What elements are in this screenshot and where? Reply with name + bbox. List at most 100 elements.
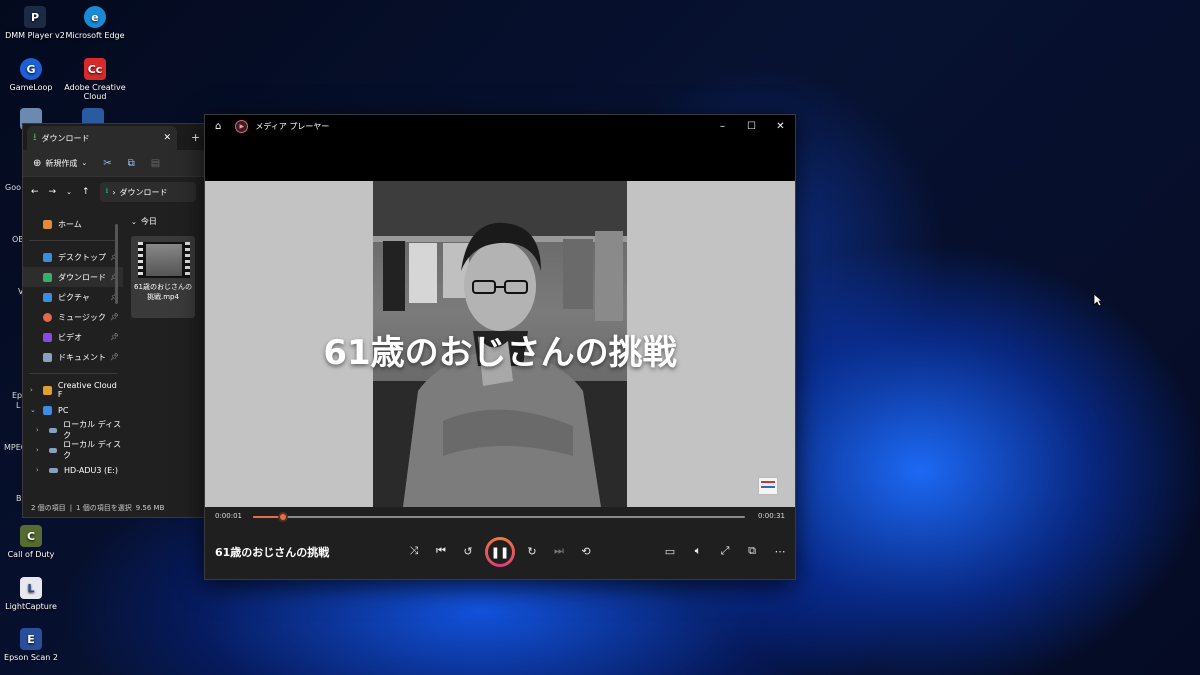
new-button-label: 新規作成 [45,158,78,168]
desktop-icon-label: Epson Scan 2 [4,653,58,662]
player-title-bar: ⌂ ▶ メディア プレーヤー – ☐ ✕ [205,115,795,137]
video-icon [43,332,52,342]
home-icon [43,219,52,229]
nav-item-pictures[interactable]: ピクチャ 📌︎ [23,287,123,307]
thumbnail-image [146,244,182,276]
gameloop-icon: G [20,58,42,80]
desktop-icon-label: Adobe Creative Cloud [64,83,126,101]
tree-item-local-disk[interactable]: › ローカル ディスク [23,420,123,440]
new-tab-button[interactable]: + [191,131,200,144]
file-explorer-window: ⭳ ダウンロード ✕ + ⊕ 新規作成 ⌄ ✂ ⧉ ▤ ← → ⌄ ↑ ⭳ › … [22,123,214,518]
miniplayer-icon: ⧉ [748,544,756,557]
desktop-icon-adobe-cc[interactable]: Cc Adobe Creative Cloud [60,58,130,101]
desktop-icon-edge[interactable]: e Microsoft Edge [60,6,130,40]
call-of-duty-icon: C [20,525,42,547]
download-icon [43,272,52,282]
back-icon[interactable]: ← [31,187,39,197]
desktop-icon-call-of-duty[interactable]: C Call of Duty [0,525,66,559]
nav-item-label: ダウンロード [58,272,106,282]
tree-item-local-disk[interactable]: › ローカル ディスク [23,440,123,460]
chevron-down-icon: ⌄ [131,217,137,226]
nav-item-desktop[interactable]: デスクトップ 📌︎ [23,247,123,267]
previous-button[interactable]: ⏮︎ [430,540,452,562]
chevron-right-icon[interactable]: › [36,466,39,474]
seek-thumb[interactable] [277,512,288,522]
address-box[interactable]: ⭳ › ダウンロード [99,182,196,202]
repeat-button[interactable]: ⟲ [575,540,597,562]
desktop-icon-lightcapture[interactable]: L LightCapture [0,577,66,611]
nav-item-home[interactable]: ホーム [23,214,123,234]
shuffle-icon: ⤨ [409,544,419,557]
more-options-button[interactable]: ⋯ [769,540,791,562]
explorer-tab-title: ダウンロード [41,133,90,143]
group-header[interactable]: ⌄ 今日 [129,216,213,227]
logo-line [761,486,775,488]
maximize-icon[interactable]: ☐ [737,115,766,137]
status-size: 9.56 MB [135,504,165,512]
shuffle-button[interactable]: ⤨ [403,540,425,562]
tree-item-hd-adu3[interactable]: › HD-ADU3 (E:) [23,460,123,480]
seek-bar[interactable] [253,512,745,522]
fullscreen-icon: ⤢ [720,544,730,557]
pin-icon: 📌︎ [110,353,119,361]
explorer-tab[interactable]: ⭳ ダウンロード ✕ [27,126,177,150]
drive-icon [49,467,58,473]
media-player-window: ⌂ ▶ メディア プレーヤー – ☐ ✕ 61歳のおじさんの挑戦 0:00:01… [204,114,796,580]
desktop-icon-gameloop[interactable]: G GameLoop [0,58,66,92]
chevron-down-icon[interactable]: ⌄ [30,406,36,414]
nav-item-music[interactable]: ミュージック 📌︎ [23,307,123,327]
minimize-icon[interactable]: – [708,115,737,137]
time-total: 0:00:31 [758,512,785,520]
desktop-icon-label: Microsoft Edge [65,31,125,40]
time-current: 0:00:01 [215,512,242,520]
chevron-down-icon[interactable]: ⌄ [66,188,72,196]
nav-item-downloads[interactable]: ダウンロード 📌︎ [23,267,123,287]
volume-icon: 🔈︎ [694,544,702,557]
copy-icon[interactable]: ⧉ [128,158,135,169]
home-icon[interactable]: ⌂ [215,121,221,132]
pictures-icon [43,292,52,302]
file-item[interactable]: 61歳のおじさんの挑戦.mp4 [131,236,195,318]
chevron-right-icon[interactable]: › [36,426,39,434]
close-tab-icon[interactable]: ✕ [163,133,171,143]
paste-icon[interactable]: ▤ [151,158,160,169]
cut-icon[interactable]: ✂ [103,158,111,169]
rewind-button[interactable]: ↺ [457,540,479,562]
close-icon[interactable]: ✕ [766,115,795,137]
tree-item-pc[interactable]: ⌄ PC [23,400,123,420]
chevron-right-icon[interactable]: › [30,386,33,394]
document-icon [43,352,52,362]
desktop-icon-epson-scan[interactable]: E Epson Scan 2 [0,628,66,662]
subtitles-button[interactable]: ▭ [659,540,681,562]
group-label: 今日 [140,217,157,226]
up-icon[interactable]: ↑ [82,187,90,197]
new-button[interactable]: ⊕ 新規作成 ⌄ [33,158,87,169]
desktop-icon-label: Call of Duty [7,550,55,559]
status-items: 2 個の項目 [31,504,66,512]
forward-button[interactable]: ↻ [521,540,543,562]
player-controls: 0:00:01 0:00:31 61歳のおじさんの挑戦 ⤨ ⏮︎ ↺ ❚❚ ↻ … [205,507,795,579]
drive-icon [49,427,58,433]
dmm-player-icon: P [24,6,46,28]
epson-scan-icon: E [20,628,42,650]
pin-icon: 📌︎ [110,313,119,321]
nav-item-documents[interactable]: ドキュメント 📌︎ [23,347,123,367]
fullscreen-button[interactable]: ⤢ [714,540,736,562]
forward-icon[interactable]: → [49,187,57,197]
volume-button[interactable]: 🔈︎ [687,540,709,562]
track-name: 61歳のおじさんの挑戦 [215,546,330,559]
chevron-right-icon: › [112,187,116,197]
tree-item-label: ローカル ディスク [63,420,122,440]
nav-item-videos[interactable]: ビデオ 📌︎ [23,327,123,347]
miniplayer-button[interactable]: ⧉ [741,540,763,562]
edge-icon: e [84,6,106,28]
nav-scrollbar[interactable] [115,224,118,304]
tree-item-label: HD-ADU3 (E:) [64,465,118,475]
tree-item-creative-cloud[interactable]: › Creative Cloud F [23,380,123,400]
play-pause-button[interactable]: ❚❚ [485,537,515,567]
chevron-right-icon[interactable]: › [36,446,39,454]
nav-item-label: ホーム [58,219,82,229]
explorer-tab-bar: ⭳ ダウンロード ✕ + [23,124,213,150]
next-button[interactable]: ⏭︎ [548,540,570,562]
desktop-icon-label: GameLoop [9,83,53,92]
